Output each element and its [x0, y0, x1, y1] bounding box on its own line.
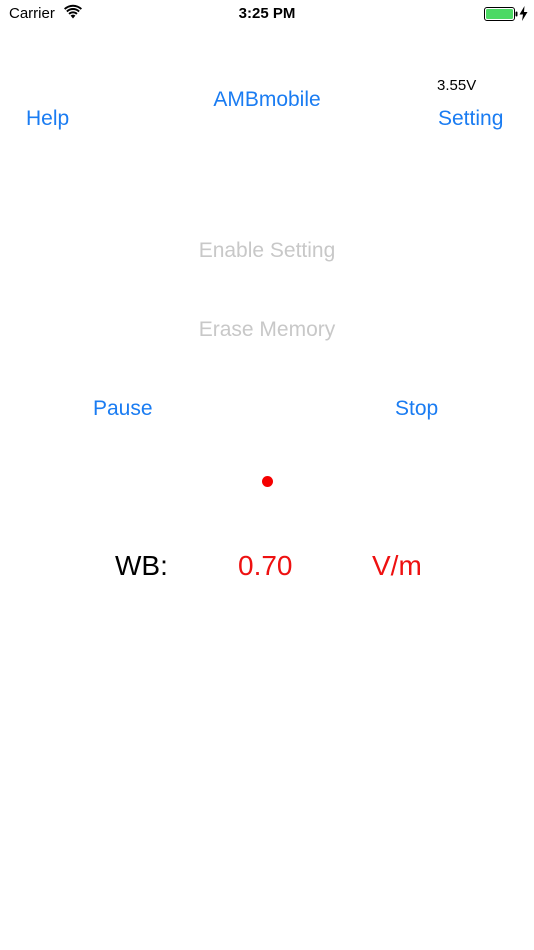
- charging-bolt-icon: [519, 6, 528, 21]
- status-time: 3:25 PM: [238, 5, 296, 22]
- reading-label: WB:: [115, 550, 168, 581]
- battery-voltage-label: 3.55V: [437, 77, 477, 94]
- enable-setting-button[interactable]: Enable Setting: [0, 240, 534, 261]
- help-button[interactable]: Help: [26, 108, 69, 129]
- reading-unit: V/m: [372, 550, 422, 581]
- reading-value: 0.70: [238, 550, 293, 581]
- recording-indicator-dot: [262, 476, 273, 487]
- erase-memory-button[interactable]: Erase Memory: [0, 319, 534, 340]
- pause-button[interactable]: Pause: [93, 398, 153, 419]
- status-bar: Carrier 3:25 PM: [0, 0, 534, 28]
- setting-button[interactable]: Setting: [438, 108, 503, 129]
- stop-button[interactable]: Stop: [395, 398, 438, 419]
- battery-icon: [484, 7, 518, 21]
